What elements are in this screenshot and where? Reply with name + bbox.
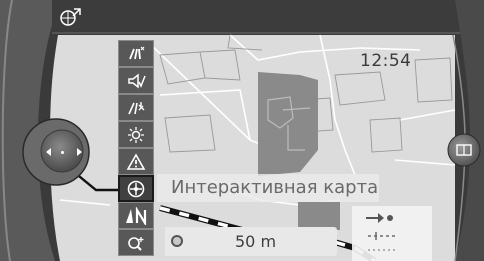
interactive-map-icon	[127, 180, 145, 197]
menu-item-zoom[interactable]	[118, 229, 154, 256]
map-scale[interactable]: 50 m	[165, 227, 337, 256]
navigation-screen: 12:54 Интерактивная карта 50 m	[0, 0, 484, 261]
route-settings-icon	[128, 101, 145, 114]
menu-item-map-orientation[interactable]	[118, 202, 154, 229]
screen-toggle-button[interactable]	[447, 133, 481, 167]
selected-item-tooltip: Интерактивная карта	[157, 174, 379, 202]
arrow-right-icon	[366, 213, 393, 223]
zoom-in-icon	[128, 236, 144, 251]
traffic-info-icon	[129, 46, 145, 59]
menu-item-warning[interactable]	[118, 148, 154, 175]
menu-item-points-of-interest[interactable]	[118, 121, 154, 148]
menu-item-route-settings[interactable]	[118, 94, 154, 121]
scale-value: 50 m	[235, 232, 277, 251]
map-orientation-north-icon	[126, 206, 147, 225]
navigation-target-icon	[58, 6, 84, 28]
center-dot-icon	[61, 151, 64, 154]
menu-item-interactive-map[interactable]	[118, 175, 154, 202]
menu-item-voice-output[interactable]	[118, 67, 154, 94]
clock: 12:54	[360, 51, 412, 71]
scale-indicator-icon	[171, 235, 183, 247]
arrow-left-icon	[46, 148, 51, 156]
tooltip-label: Интерактивная карта	[171, 177, 379, 198]
map-options-menu	[118, 40, 154, 261]
warning-icon	[126, 152, 146, 170]
dashed-route-icon	[368, 232, 396, 251]
points-of-interest-icon	[128, 126, 144, 143]
arrow-right-icon	[77, 148, 82, 156]
voice-output-icon	[128, 72, 146, 89]
route-info-panel	[352, 206, 432, 261]
menu-item-traffic-info[interactable]	[118, 40, 154, 67]
